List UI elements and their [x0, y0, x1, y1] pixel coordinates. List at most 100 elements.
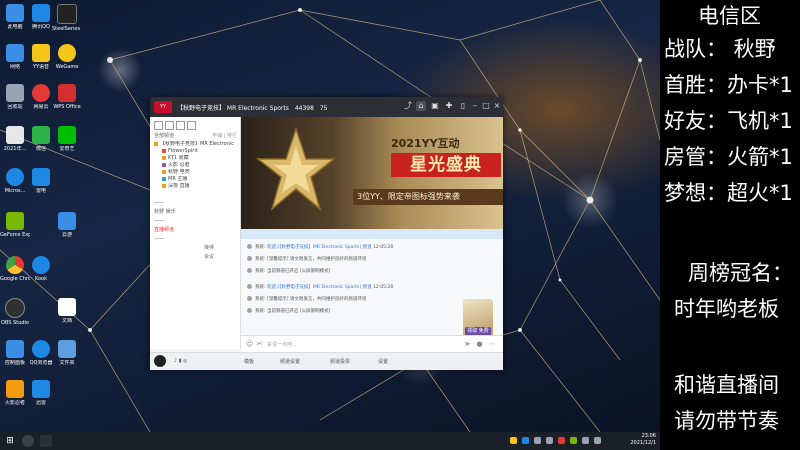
tool-icon-3[interactable] — [176, 121, 185, 130]
subchannel-item[interactable]: —— — [154, 199, 238, 208]
maximize-icon[interactable]: □ — [481, 101, 491, 111]
subchannel-item-live[interactable]: 直播频道 — [154, 226, 238, 235]
channel-member[interactable]: 火影 忍者 — [154, 162, 238, 169]
computer-icon — [6, 4, 24, 22]
channel-root[interactable]: 【秋野电子竞技】MR Electronic — [154, 141, 238, 148]
bottom-item-vote[interactable]: 频道投票 — [330, 358, 350, 365]
desktop-icon-iqiyi[interactable]: 爱奇艺 — [52, 126, 82, 160]
edge-icon — [6, 168, 24, 186]
subchannel-item[interactable]: 秋野 娱乐 — [154, 208, 238, 217]
chat-input-bar: ☺ ✂ 来说一点吧... ➤ ● ⋯ — [241, 335, 503, 353]
emoji-icon[interactable]: ☺ — [245, 340, 254, 349]
chat-area: 系统: 欢迎 [【秋野电子竞技】MR Electronic Sports] 频道… — [241, 239, 503, 347]
banner-subline: 3位YY、限定帝图标强势来袭 — [353, 189, 503, 205]
nvidia-icon — [6, 212, 24, 230]
tray-nvidia-icon[interactable] — [570, 437, 577, 444]
bottom-item-channel-settings[interactable]: 频道设置 — [280, 358, 300, 365]
gamepad-icon[interactable]: ✚ — [444, 101, 454, 111]
desktop-icon-file[interactable]: 文档 — [52, 298, 82, 332]
tray-qq-icon[interactable] — [522, 437, 529, 444]
subchannel-item[interactable]: 接待 — [154, 244, 238, 253]
system-icon — [247, 284, 252, 289]
desktop-icon-wps[interactable]: WPS Office — [52, 84, 82, 118]
scissors-icon[interactable]: ✂ — [255, 340, 264, 349]
bottom-item-template[interactable]: 模板 — [244, 358, 254, 365]
overlay-room-admin: 房管：火箭*1 — [664, 145, 793, 169]
mobile-icon[interactable]: ▯ — [458, 101, 468, 111]
desktop-icon-obs[interactable]: OBS Studio — [0, 298, 30, 332]
overlay-team: 战队： 秋野 — [664, 37, 776, 61]
channel-member[interactable]: KT1 收藏 — [154, 155, 238, 162]
channel-member[interactable]: MR 主播 — [154, 176, 238, 183]
subchannel-item[interactable]: 会议 — [154, 253, 238, 262]
document-icon — [6, 126, 24, 144]
desktop-icon-folder[interactable]: 文件夹 — [52, 340, 82, 374]
desktop-icon-geforce[interactable]: GeForce Experience — [0, 212, 30, 246]
recycle-bin-icon — [6, 84, 24, 102]
overlay-region: 电信区 — [698, 4, 761, 28]
chat-input[interactable]: 来说一点吧... — [267, 341, 297, 348]
bottom-item-settings[interactable]: 设置 — [378, 358, 388, 365]
wegame-icon — [58, 44, 76, 62]
tray-network-icon[interactable] — [534, 437, 541, 444]
window-title: 【秋野电子竞技】 MR Electronic Sports — [177, 105, 289, 112]
taskbar-clock[interactable]: 23:06 2021/12/1 — [630, 433, 656, 447]
close-icon[interactable]: × — [492, 101, 502, 111]
more-icon[interactable]: ⋯ — [487, 340, 496, 349]
tray-ime-icon[interactable] — [594, 437, 601, 444]
chat-message: 系统: 欢迎 [【秋野电子竞技】MR Electronic Sports] 频道… — [247, 283, 393, 293]
desktop-icon-cloud[interactable]: 云游 — [52, 212, 82, 246]
home-icon[interactable]: ⌂ — [416, 101, 426, 111]
desktop-icon-xunlei[interactable]: 迅雷 — [26, 380, 56, 414]
share-icon[interactable]: ⤴ — [403, 101, 413, 111]
desktop-icon-steelseries[interactable]: SteelSeries GG — [52, 4, 82, 38]
main-panel: 2021YY互动 星光盛典 3位YY、限定帝图标强势来袭 系统: 欢迎 [【秋野… — [241, 117, 503, 349]
gift-badge[interactable]: 领取 免费用 — [463, 299, 493, 343]
obs-icon — [5, 298, 25, 318]
system-icon — [247, 244, 252, 249]
wps-icon — [58, 84, 76, 102]
wechat-icon — [32, 126, 50, 144]
game-icon — [6, 380, 24, 398]
task-view-icon[interactable] — [40, 435, 52, 447]
tray-yy-icon[interactable] — [510, 437, 517, 444]
section-sort[interactable]: 平铺 | 排行 — [212, 132, 237, 139]
overlay-notice-2: 请勿带节奏 — [674, 409, 779, 433]
channel-member[interactable]: 深夜 直播 — [154, 183, 238, 190]
tray-volume-icon[interactable] — [546, 437, 553, 444]
send-icon[interactable]: ➤ — [463, 340, 472, 349]
tool-icon-2[interactable] — [165, 121, 174, 130]
record-icon[interactable]: ● — [475, 340, 484, 349]
event-banner[interactable]: 2021YY互动 星光盛典 3位YY、限定帝图标强势来袭 — [241, 117, 503, 229]
chat-message: 系统: 当前频道已开启 [公屏限制模式] — [247, 307, 330, 317]
yy-icon — [32, 44, 50, 62]
channel-member[interactable]: FlowerSpirit — [154, 148, 238, 155]
iqiyi-icon — [58, 126, 76, 144]
banner-headline: 星光盛典 — [391, 153, 501, 177]
overlay-weekly-name: 时年哟老板 — [674, 297, 779, 321]
subchannel-item[interactable]: —— — [154, 217, 238, 226]
window-titlebar[interactable]: YY 【秋野电子竞技】 MR Electronic Sports 44398 7… — [150, 97, 503, 117]
video-icon[interactable]: ▣ — [430, 101, 440, 111]
desktop-icon-kook[interactable]: Kook — [26, 256, 56, 290]
channel-id: 44398 — [294, 105, 314, 112]
microphone-icon[interactable] — [154, 355, 166, 367]
yy-client-window[interactable]: YY 【秋野电子竞技】 MR Electronic Sports 44398 7… — [150, 97, 503, 370]
desktop-icon-thunder[interactable]: 雷电 — [26, 168, 56, 202]
minimize-icon[interactable]: – — [470, 101, 480, 111]
tray-input-icon[interactable] — [582, 437, 589, 444]
tool-icon-4[interactable] — [187, 121, 196, 130]
subchannel-item[interactable]: —— — [154, 235, 238, 244]
channel-sidebar: 全部频道 平铺 | 排行 【秋野电子竞技】MR Electronic Flowe… — [150, 117, 241, 349]
search-icon[interactable] — [22, 435, 34, 447]
tray-app-icon[interactable] — [558, 437, 565, 444]
steelseries-icon — [57, 4, 77, 24]
channel-member[interactable]: 秋野 电竞 — [154, 169, 238, 176]
taskbar: ⊞ 23:06 2021/12/1 — [0, 432, 660, 450]
volume-icon[interactable]: ♪ ▮ ◎ — [174, 358, 187, 364]
netease-icon — [32, 84, 50, 102]
windows-start-icon[interactable]: ⊞ — [5, 436, 15, 446]
tool-icon-1[interactable] — [154, 121, 163, 130]
stream-overlay-panel: 电信区 战队： 秋野 首胜：办卡*1 好友：飞机*1 房管：火箭*1 梦想：超火… — [660, 0, 800, 450]
desktop-icon-wegame[interactable]: WeGame — [52, 44, 82, 78]
